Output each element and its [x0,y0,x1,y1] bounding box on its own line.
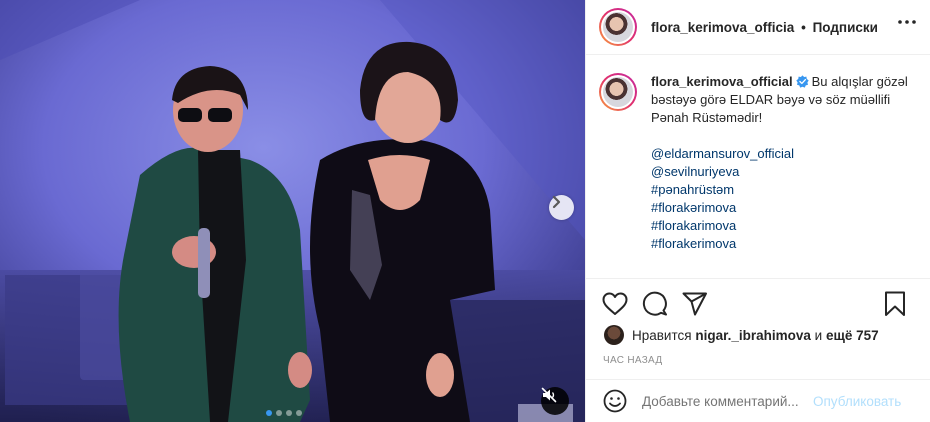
comment-form: Опубликовать [586,379,930,422]
comment-icon [642,291,667,316]
post-caption: flora_kerimova_official Bu alqışlar gözəl… [599,73,919,253]
carousel-dot [286,410,292,416]
share-button[interactable] [681,290,709,318]
carousel-dot [266,410,272,416]
next-slide-button[interactable] [549,195,574,220]
liker-avatar[interactable] [604,325,624,345]
caption-avatar[interactable] [599,73,637,111]
liker-username[interactable]: nigar._ibrahimova [695,328,811,343]
header-separator: • [801,19,806,35]
mention-link[interactable]: @sevilnuriyeva [651,163,916,181]
bookmark-icon [885,291,905,316]
more-options-button[interactable] [895,10,919,34]
post-sidebar: flora_kerimova_officia • Подписки flora_… [585,0,930,422]
carousel-dot [296,410,302,416]
hashtag-link[interactable]: #pənahrüstəm [651,181,916,199]
emoji-button[interactable] [602,388,628,414]
chevron-right-icon [552,195,561,209]
mute-icon [541,387,557,403]
likes-prefix: Нравится [632,327,692,343]
comment-button[interactable] [641,290,669,318]
likes-and: и [814,327,823,343]
likes-count-link[interactable]: ещё 757 [826,328,879,343]
post-header: flora_kerimova_officia • Подписки [586,0,930,55]
likes-summary: Нравится nigar._ibrahimova и ещё 757 [604,325,879,345]
publish-button[interactable]: Опубликовать [813,394,901,409]
caption-tags: @eldarmansurov_official @sevilnuriyeva #… [651,145,916,253]
video-frame [0,0,585,422]
save-button[interactable] [881,290,909,318]
caption-username[interactable]: flora_kerimova_official [651,74,793,89]
verified-icon [795,75,809,88]
heart-icon [602,292,628,315]
mention-link[interactable]: @eldarmansurov_official [651,145,916,163]
emoji-icon [603,389,627,413]
carousel-indicator [266,410,302,416]
carousel-dot [276,410,282,416]
avatar[interactable] [599,8,637,46]
like-button[interactable] [601,290,629,318]
share-icon [682,292,707,316]
hashtag-link[interactable]: #florakarimova [651,217,916,235]
comment-input[interactable] [642,393,807,409]
action-bar [586,278,930,328]
avatar-image [603,77,633,107]
header-username[interactable]: flora_kerimova_officia [651,20,794,35]
avatar-image [603,12,633,42]
post-media[interactable] [0,0,585,422]
hashtag-link[interactable]: #florakerimova [651,235,916,253]
more-icon [898,20,916,24]
hashtag-link[interactable]: #florakərimova [651,199,916,217]
mute-button[interactable] [541,387,569,415]
post-timestamp[interactable]: ЧАС НАЗАД [603,355,662,366]
instagram-post-window: flora_kerimova_officia • Подписки flora_… [0,0,930,422]
following-button[interactable]: Подписки [813,20,878,35]
